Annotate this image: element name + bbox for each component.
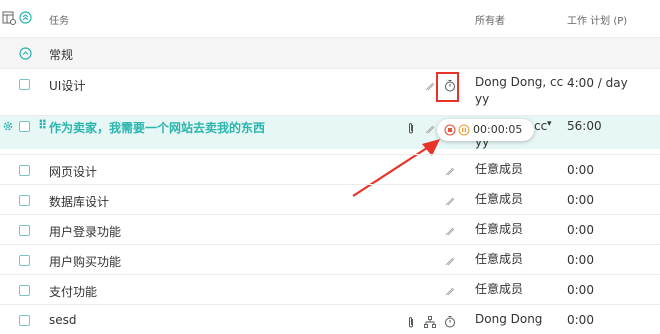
task-name[interactable]: UI设计 [49,77,85,94]
plan-value[interactable]: 0:00 [567,313,594,327]
annotation-box [436,72,459,102]
owner[interactable]: 任意成员 [475,161,523,178]
stopwatch-icon[interactable] [444,315,456,328]
pen-icon[interactable] [444,225,456,237]
row-checkbox[interactable] [19,315,30,326]
task-name[interactable]: sesd [49,313,77,327]
table-row[interactable]: 支付功能 任意成员 0:00 [0,275,660,305]
stop-timer-icon[interactable] [444,124,456,136]
plan-value[interactable]: 0:00 [567,223,594,237]
row-divider [0,274,660,275]
row-divider [0,68,660,69]
plan-value[interactable]: 0:00 [567,283,594,297]
row-divider [0,37,660,38]
table-row[interactable]: 数据库设计 任意成员 0:00 [0,185,660,215]
table-row[interactable]: 用户登录功能 任意成员 0:00 [0,215,660,245]
row-checkbox[interactable] [19,225,30,236]
collapse-all-icon[interactable] [19,11,32,24]
row-checkbox[interactable] [19,165,30,176]
owner[interactable]: Dong Dong [475,311,542,328]
header-task[interactable]: 任务 [49,12,69,27]
drag-handle-icon[interactable]: ⠿ [38,118,47,132]
owner[interactable]: 任意成员 [475,221,523,238]
plan-value[interactable]: 4:00 / day [567,76,628,90]
task-name[interactable]: 用户登录功能 [49,223,121,240]
pen-icon[interactable] [444,255,456,267]
pause-timer-icon[interactable] [458,124,470,136]
owner[interactable]: 任意成员 [475,281,523,298]
row-divider [0,154,660,155]
table-row[interactable]: sesd Dong Dong 0:00 [0,305,660,334]
task-name[interactable]: 支付功能 [49,283,97,300]
owner-continued: yy [475,92,490,106]
table-row[interactable]: UI设计 Dong Dong, cc yy 4:00 / day [0,68,660,115]
group-label: 常规 [49,48,74,62]
task-name[interactable]: 用户购买功能 [49,253,121,270]
owner[interactable]: 任意成员 [475,191,523,208]
owner[interactable]: Dong Dong, cc [475,74,563,91]
plan-value[interactable]: 56:00 [567,119,602,133]
row-checkbox[interactable] [19,79,30,90]
pen-icon[interactable] [444,285,456,297]
pen-icon[interactable] [444,195,456,207]
row-divider [0,214,660,215]
paperclip-icon[interactable] [407,316,415,329]
table-header: 任务 所有者 工作 计划 (P) [0,0,660,38]
columns-settings-icon[interactable] [2,11,16,25]
plan-value[interactable]: 0:00 [567,163,594,177]
plan-value[interactable]: 0:00 [567,193,594,207]
owner[interactable]: 任意成员 [475,251,523,268]
group-row [0,38,660,68]
timer-elapsed: 00:00:05 [473,123,523,136]
table-row[interactable]: 用户购买功能 任意成员 0:00 [0,245,660,275]
owner-dropdown-icon[interactable]: ▾ [547,119,552,129]
task-name[interactable]: 数据库设计 [49,193,109,210]
row-divider [0,304,660,305]
header-owner[interactable]: 所有者 [475,12,505,27]
task-name[interactable]: 作为卖家，我需要一个网站去卖我的东西 [49,119,265,136]
hierarchy-icon[interactable] [424,316,436,328]
gear-icon[interactable] [2,120,14,132]
row-checkbox[interactable] [19,285,30,296]
group-collapse-icon[interactable] [19,47,32,60]
owner[interactable]: cc [534,118,547,135]
header-plan[interactable]: 工作 计划 (P) [567,12,627,27]
task-name[interactable]: 网页设计 [49,163,97,180]
row-divider [0,115,660,116]
plan-value[interactable]: 0:00 [567,253,594,267]
row-divider [0,244,660,245]
row-checkbox[interactable] [19,255,30,266]
pen-icon[interactable] [424,80,436,92]
row-checkbox[interactable] [19,121,30,132]
row-divider [0,184,660,185]
row-checkbox[interactable] [19,195,30,206]
running-timer[interactable]: 00:00:05 [437,119,534,141]
table-row[interactable]: 网页设计 任意成员 0:00 [0,155,660,185]
pen-icon[interactable] [444,165,456,177]
